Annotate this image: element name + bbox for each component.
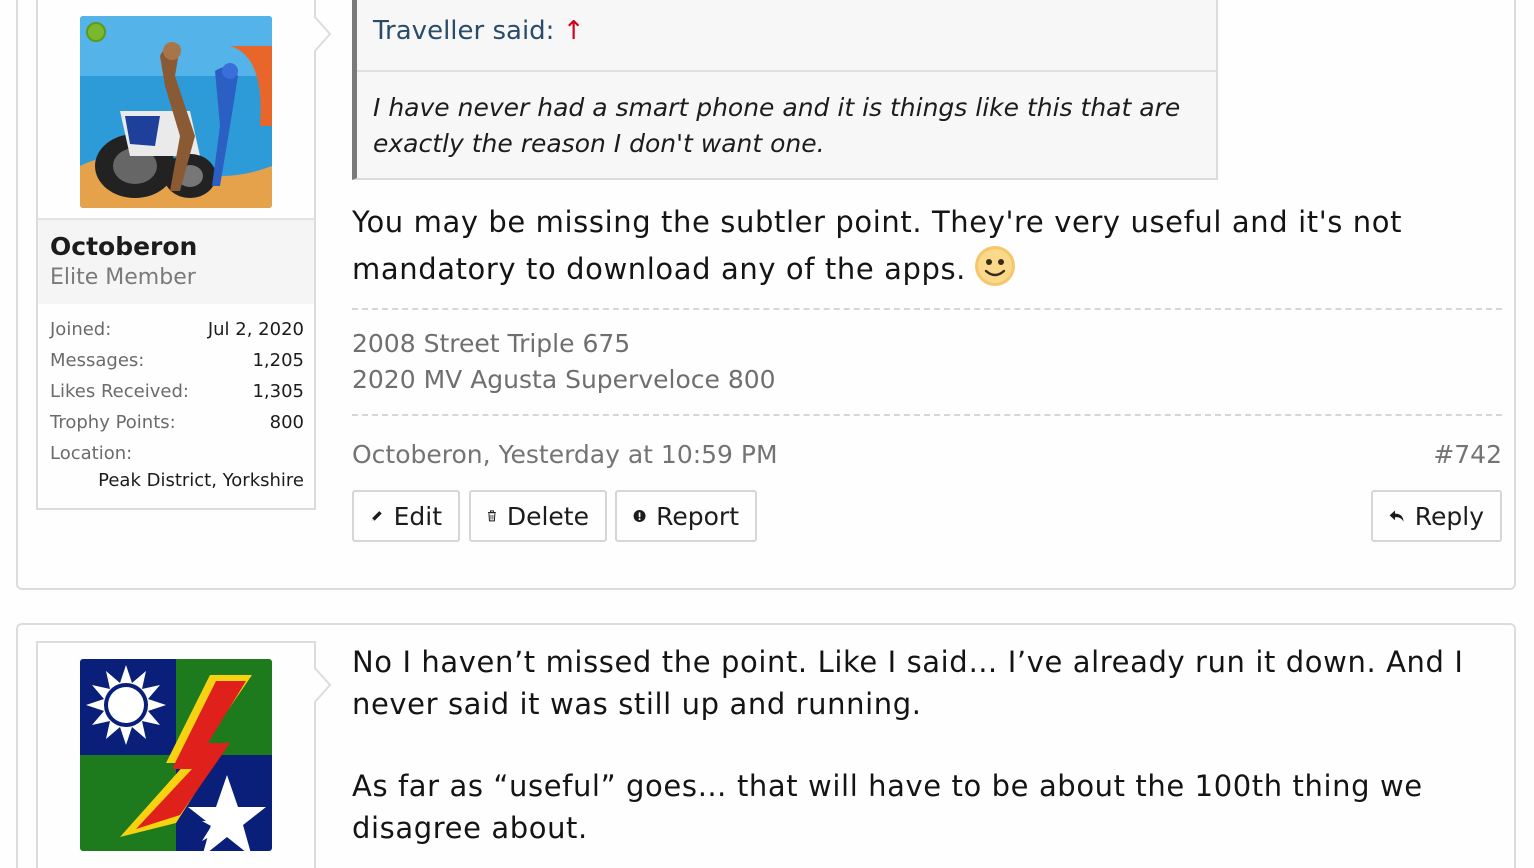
stat-value[interactable]: 1,205	[252, 345, 304, 376]
stat-label: Likes Received:	[50, 381, 189, 402]
smile-icon	[975, 246, 1016, 286]
online-status-dot	[86, 22, 106, 42]
quote-header: Traveller said: ↑	[357, 0, 1216, 72]
post-author-time[interactable]: Octoberon, Yesterday at 10:59 PM	[352, 440, 778, 472]
post-message: You may be missing the subtler point. Th…	[352, 200, 1502, 292]
stat-label: Trophy Points:	[50, 412, 176, 433]
edit-button[interactable]: Edit	[352, 490, 460, 542]
stat-likes: Likes Received: 1,305	[50, 376, 304, 407]
trash-icon	[487, 510, 496, 522]
avatar[interactable]	[80, 659, 272, 851]
stat-messages: Messages: 1,205	[50, 345, 304, 376]
delete-button[interactable]: Delete	[469, 490, 607, 542]
quote-text: I have never had a smart phone and it is…	[373, 93, 1181, 158]
report-label: Report	[656, 501, 739, 531]
stat-label: Joined:	[50, 319, 112, 340]
delete-label: Delete	[506, 501, 589, 531]
avatar[interactable]	[80, 16, 272, 208]
quote-jump-arrow-icon[interactable]: ↑	[563, 16, 585, 46]
post-742: Octoberon Elite Member Joined: Jul 2, 20…	[16, 0, 1516, 590]
quote-block: Traveller said: ↑ I have never had a sma…	[352, 0, 1218, 180]
post-meta: Octoberon, Yesterday at 10:59 PM #742	[352, 440, 1502, 472]
message-text: You may be missing the subtler point. Th…	[352, 205, 1403, 286]
post-actions: Edit Delete Report Reply	[352, 490, 1502, 542]
pencil-icon	[371, 511, 382, 521]
location-value[interactable]: Peak District, Yorkshire	[50, 469, 304, 493]
reply-arrow-icon	[1389, 510, 1404, 522]
user-cell	[36, 641, 332, 868]
reply-label: Reply	[1414, 501, 1484, 531]
user-stats: Joined: Jul 2, 2020 Messages: 1,205 Like…	[50, 314, 304, 493]
stat-value: Jul 2, 2020	[207, 319, 304, 340]
user-cell-pointer	[314, 16, 332, 52]
stat-joined: Joined: Jul 2, 2020	[50, 314, 304, 345]
stat-label: Location:	[50, 443, 133, 464]
stat-label: Messages:	[50, 350, 145, 371]
signature-line: 2008 Street Triple 675	[352, 329, 631, 358]
message-paragraph: No I haven’t missed the point. Like I sa…	[352, 645, 1464, 721]
user-title: Elite Member	[50, 265, 196, 290]
signature-line: 2020 MV Agusta Superveloce 800	[352, 365, 776, 394]
post-message: No I haven’t missed the point. Like I sa…	[352, 641, 1502, 849]
report-button[interactable]: Report	[615, 490, 757, 542]
stat-trophy: Trophy Points: 800	[50, 407, 304, 438]
stat-value: 1,305	[252, 381, 304, 402]
username[interactable]: Octoberon	[50, 232, 302, 262]
stat-value[interactable]: 800	[270, 407, 304, 438]
post-number[interactable]: #742	[1433, 440, 1502, 472]
reply-button[interactable]: Reply	[1371, 490, 1502, 542]
avatar-image	[80, 659, 272, 851]
signature: 2008 Street Triple 675 2020 MV Agusta Su…	[352, 308, 1502, 416]
avatar-image	[80, 16, 272, 208]
exclamation-circle-icon	[633, 510, 646, 522]
post-main: No I haven’t missed the point. Like I sa…	[352, 641, 1502, 849]
quote-author[interactable]: Traveller said:	[373, 16, 554, 46]
edit-label: Edit	[393, 501, 442, 531]
user-cell: Octoberon Elite Member Joined: Jul 2, 20…	[36, 0, 332, 510]
stat-location: Location:	[50, 438, 304, 469]
post-main: Traveller said: ↑ I have never had a sma…	[352, 0, 1502, 542]
user-extra: Octoberon Elite Member	[38, 218, 314, 304]
message-paragraph: As far as “useful” goes… that will have …	[352, 769, 1423, 845]
user-cell-pointer	[314, 667, 332, 703]
post-next: No I haven’t missed the point. Like I sa…	[16, 623, 1516, 868]
